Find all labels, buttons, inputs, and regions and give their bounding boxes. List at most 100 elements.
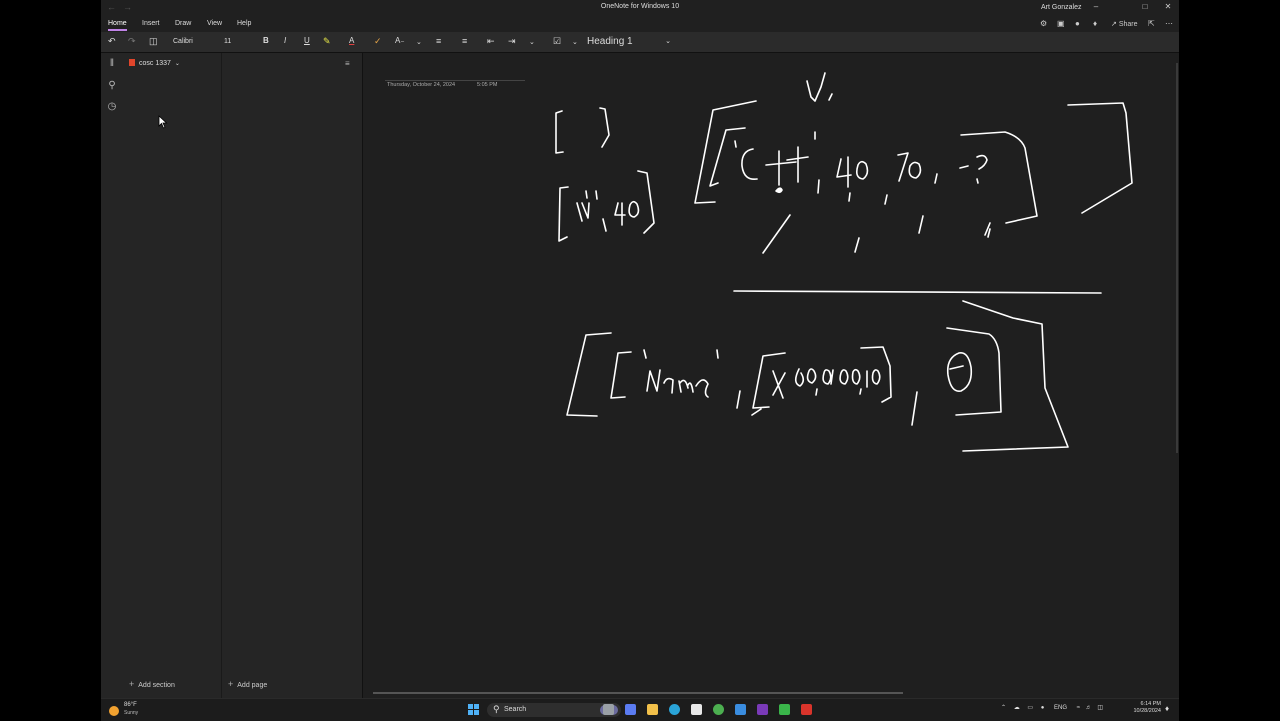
app-icon-green[interactable] <box>779 704 790 715</box>
tab-view[interactable]: View <box>207 20 222 27</box>
ink-name-text <box>643 349 741 409</box>
ink-divider <box>733 290 1102 294</box>
minimize-icon[interactable]: – <box>1089 2 1103 11</box>
user-name[interactable]: Art Gonzalez <box>1041 4 1081 11</box>
font-name-field[interactable]: Calibri <box>173 36 227 48</box>
notebook-icon[interactable]: ▣ <box>1057 19 1065 28</box>
ink-ticks <box>762 214 991 254</box>
sort-icon[interactable]: ≡ <box>345 59 350 68</box>
microphone-icon[interactable]: ● <box>1041 705 1045 711</box>
ink-numbers <box>836 152 938 205</box>
mouse-pointer-icon <box>158 115 168 129</box>
ink-small-list <box>558 170 655 242</box>
language-indicator[interactable]: ENG <box>1054 705 1067 711</box>
ink-dot <box>775 187 783 194</box>
wifi-icon[interactable]: ≈ <box>1077 705 1080 711</box>
add-section-button[interactable]: + Add section <box>129 679 175 689</box>
maximize-icon[interactable]: □ <box>1138 2 1152 11</box>
chevron-down-icon[interactable]: ⌄ <box>529 38 535 46</box>
tab-home[interactable]: Home <box>108 20 127 31</box>
task-view-icon[interactable] <box>603 704 614 715</box>
chevron-down-icon[interactable]: ⌄ <box>572 38 578 46</box>
tab-draw[interactable]: Draw <box>175 20 191 27</box>
system-tray[interactable]: ⌃ ☁ ▭ ● ENG ≈ ♬ ◫ <box>1001 704 1103 711</box>
recent-icon[interactable]: ◷ <box>106 101 118 113</box>
style-dropdown[interactable]: Heading 1 ⌄ <box>587 35 673 48</box>
add-section-label: Add section <box>138 682 175 689</box>
windows-taskbar: 86°F Sunny ⚲ Search ⌃ ☁ ▭ ● ENG ≈ ♬ ◫ 6:… <box>101 698 1179 721</box>
lightbulb-icon[interactable]: ● <box>1075 19 1080 28</box>
sun-icon <box>109 705 119 716</box>
tab-insert[interactable]: Insert <box>142 20 160 27</box>
temperature: 86°F <box>124 702 137 708</box>
power-icon[interactable]: ◫ <box>1097 705 1103 711</box>
style-value: Heading 1 <box>587 36 633 47</box>
onenote-window: ← → OneNote for Windows 10 Art Gonzalez … <box>101 0 1179 698</box>
search-label: Search <box>504 706 527 713</box>
share-label: Share <box>1118 21 1138 28</box>
share-button[interactable]: ↗ Share <box>1111 20 1138 28</box>
bell-icon[interactable]: ♦ <box>1093 19 1097 28</box>
bold-button[interactable]: B <box>263 36 269 45</box>
taskbar-clock[interactable]: 6:14 PM 10/28/2024 <box>1123 701 1161 715</box>
italic-button[interactable]: I <box>284 36 286 45</box>
bullet-list-icon[interactable]: ≡ <box>436 36 441 46</box>
app-icon-red[interactable] <box>801 704 812 715</box>
chevron-down-icon[interactable]: ⌄ <box>416 38 422 46</box>
increase-indent-icon[interactable]: ⇥ <box>508 36 516 47</box>
store-icon[interactable] <box>691 704 702 715</box>
copilot-icon[interactable] <box>625 704 636 715</box>
clipboard-icon[interactable]: ◫ <box>149 36 158 47</box>
ink-checkmark <box>806 72 833 102</box>
underline-button[interactable]: U <box>304 36 310 45</box>
navigation-rail: ‖ ⚲ ◷ <box>101 53 123 698</box>
vertical-scrollbar[interactable] <box>1176 63 1178 453</box>
battery-icon[interactable]: ▭ <box>1027 705 1033 711</box>
notebooks-icon[interactable]: ‖ <box>106 58 118 70</box>
ink-inner-bracket-right <box>960 131 1038 238</box>
checkbox-tag-icon[interactable]: ☑ <box>553 36 561 47</box>
ink-outer-bracket-right <box>1067 102 1133 214</box>
add-page-button[interactable]: + Add page <box>228 679 267 689</box>
chevron-up-icon[interactable]: ⌃ <box>1001 705 1006 711</box>
expand-icon[interactable]: ⇱ <box>1148 19 1155 28</box>
file-explorer-icon[interactable] <box>647 704 658 715</box>
numbered-list-icon[interactable]: ≡ <box>462 36 467 46</box>
weather-widget[interactable]: 86°F Sunny <box>109 702 138 720</box>
font-size-field[interactable]: 11 <box>224 36 252 48</box>
ink-question-marks <box>959 154 988 184</box>
sticky-notes-icon[interactable]: ⚙ <box>1040 19 1047 28</box>
vscode-icon[interactable] <box>735 704 746 715</box>
weather-condition: Sunny <box>124 710 139 716</box>
font-color-button[interactable]: A <box>349 36 354 45</box>
ink-inner-bracket-left <box>709 127 746 187</box>
notebook-color-icon <box>129 59 135 66</box>
onenote-taskbar-icon[interactable] <box>757 704 768 715</box>
notification-bell-icon[interactable]: ♦ <box>1165 704 1169 713</box>
volume-icon[interactable]: ♬ <box>1086 705 1092 711</box>
windows-logo-icon <box>468 704 473 709</box>
more-options-icon[interactable]: ⋯ <box>1165 19 1173 28</box>
decrease-indent-icon[interactable]: ⇤ <box>487 36 495 47</box>
undo-icon[interactable]: ↶ <box>108 36 116 47</box>
clear-formatting-icon[interactable]: ✓ <box>374 36 382 47</box>
tab-help[interactable]: Help <box>237 20 251 27</box>
edge-icon[interactable] <box>669 704 680 715</box>
notebook-selector[interactable]: cosc 1337 ⌄ <box>129 59 180 67</box>
highlighter-icon[interactable]: ✎ <box>323 36 331 47</box>
ink-lower-inner-left <box>610 351 632 399</box>
redo-icon[interactable]: ↷ <box>128 36 136 47</box>
search-icon[interactable]: ⚲ <box>106 80 118 92</box>
cloud-icon[interactable]: ☁ <box>1014 705 1020 711</box>
handwritten-ink <box>555 72 1133 452</box>
start-button[interactable] <box>468 704 480 716</box>
clock-time: 6:14 PM <box>1140 701 1161 707</box>
ink-lower-outer-right <box>962 300 1069 452</box>
ink-inner-list <box>751 346 892 416</box>
taskbar-search[interactable]: ⚲ Search <box>487 703 621 717</box>
text-effects-icon[interactable]: A₋ <box>395 36 405 45</box>
horizontal-scrollbar[interactable] <box>373 692 903 694</box>
close-icon[interactable]: ✕ <box>1161 2 1175 11</box>
page-canvas[interactable]: Thursday, October 24, 2024 5:05 PM <box>363 53 1179 698</box>
chrome-icon[interactable] <box>713 704 724 715</box>
